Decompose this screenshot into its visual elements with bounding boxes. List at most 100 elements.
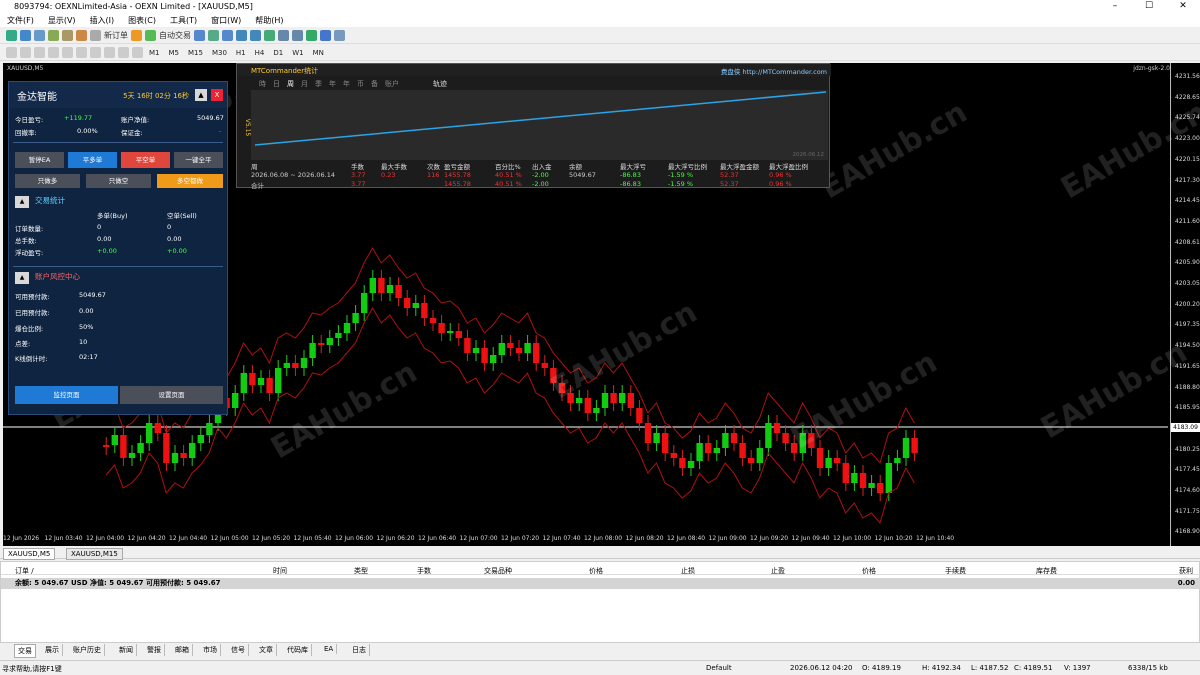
channel-icon[interactable]	[76, 47, 87, 58]
terminal-tab[interactable]: 账户历史	[70, 644, 105, 656]
tf-h4[interactable]: H4	[252, 49, 268, 57]
col-profit[interactable]: 获利	[1179, 566, 1193, 576]
chart-shift-icon[interactable]	[278, 30, 289, 41]
label-icon[interactable]	[118, 47, 129, 58]
col-tp[interactable]: 止盈	[771, 566, 785, 576]
col-swap[interactable]: 库存费	[1036, 566, 1057, 576]
menu-tools[interactable]: 工具(T)	[163, 15, 204, 26]
tf-h1[interactable]: H1	[233, 49, 249, 57]
tf-d1[interactable]: D1	[270, 49, 286, 57]
mtc-tab[interactable]: 日	[273, 79, 280, 89]
terminal-tab[interactable]: 交易	[14, 644, 36, 658]
menu-view[interactable]: 显示(V)	[41, 15, 83, 26]
tf-mn[interactable]: MN	[310, 49, 327, 57]
collapse-icon[interactable]: ▲	[15, 272, 29, 284]
col-price2[interactable]: 价格	[862, 566, 876, 576]
col-lots[interactable]: 手数	[417, 566, 431, 576]
horizontal-line-icon[interactable]	[48, 47, 59, 58]
navigator-icon[interactable]	[48, 30, 59, 41]
auto-trading-icon[interactable]	[145, 30, 156, 41]
terminal-tab[interactable]: 市场	[200, 644, 221, 656]
trendline-icon[interactable]	[62, 47, 73, 58]
col-sl[interactable]: 止损	[681, 566, 695, 576]
market-watch-icon[interactable]	[34, 30, 45, 41]
mtc-tab[interactable]: 年	[343, 79, 350, 89]
pause-ea-button[interactable]: 暂停EA	[15, 152, 64, 168]
cursor-icon[interactable]	[6, 47, 17, 58]
col-commission[interactable]: 手续费	[945, 566, 966, 576]
mtc-tab[interactable]: 周	[287, 79, 294, 89]
mtc-tab[interactable]: 年	[329, 79, 336, 89]
text-icon[interactable]	[104, 47, 115, 58]
collapse-icon[interactable]: ▲	[15, 196, 29, 208]
tf-m15[interactable]: M15	[185, 49, 206, 57]
autoscroll-icon[interactable]	[292, 30, 303, 41]
mtc-tab[interactable]: 月	[301, 79, 308, 89]
bar-chart-icon[interactable]	[194, 30, 205, 41]
vertical-line-icon[interactable]	[34, 47, 45, 58]
line-chart-icon[interactable]	[222, 30, 233, 41]
col-time[interactable]: 时间	[273, 566, 287, 576]
chart-tab[interactable]: XAUUSD,M15	[66, 548, 123, 560]
terminal-icon[interactable]	[62, 30, 73, 41]
terminal-tab[interactable]: 文章	[256, 644, 277, 656]
minimize-button[interactable]: –	[1098, 0, 1132, 12]
terminal-tab[interactable]: 日志	[349, 644, 370, 656]
new-chart-icon[interactable]	[6, 30, 17, 41]
status-profile[interactable]: Default	[706, 664, 732, 672]
maximize-button[interactable]: ☐	[1132, 0, 1166, 12]
periods-icon[interactable]	[320, 30, 331, 41]
tf-w1[interactable]: W1	[289, 49, 306, 57]
tile-windows-icon[interactable]	[264, 30, 275, 41]
terminal-tab[interactable]: 新闻	[116, 644, 137, 656]
crosshair-icon[interactable]	[20, 47, 31, 58]
mtc-link[interactable]: 费盘侠 http://MTCommander.com	[721, 66, 827, 76]
panel-close-button[interactable]: X	[211, 89, 223, 101]
close-button[interactable]: ✕	[1166, 0, 1200, 12]
candlestick-icon[interactable]	[208, 30, 219, 41]
mtc-tab[interactable]: 季	[315, 79, 322, 89]
close-all-button[interactable]: 一键全平	[174, 152, 223, 168]
tf-m1[interactable]: M1	[146, 49, 163, 57]
tf-m30[interactable]: M30	[209, 49, 230, 57]
arrows-icon[interactable]	[132, 47, 143, 58]
col-type[interactable]: 类型	[354, 566, 368, 576]
mtc-tab[interactable]: 币	[357, 79, 364, 89]
col-price[interactable]: 价格	[589, 566, 603, 576]
sell-only-button[interactable]: 只做空	[86, 174, 151, 188]
mtc-tab[interactable]: 账户	[385, 79, 399, 89]
auto-trading-button[interactable]: 自动交易	[159, 30, 191, 41]
terminal-tab[interactable]: 代码库	[284, 644, 312, 656]
menu-help[interactable]: 帮助(H)	[248, 15, 290, 26]
buy-only-button[interactable]: 只做多	[15, 174, 80, 188]
col-symbol[interactable]: 交易品种	[484, 566, 512, 576]
fibonacci-icon[interactable]	[90, 47, 101, 58]
col-order[interactable]: 订单 /	[15, 566, 34, 576]
terminal-tab[interactable]: 信号	[228, 644, 249, 656]
profiles-icon[interactable]	[20, 30, 31, 41]
menu-window[interactable]: 窗口(W)	[204, 15, 248, 26]
terminal-tab[interactable]: 展示	[42, 644, 63, 656]
terminal-tab[interactable]: EA	[321, 644, 338, 654]
menu-file[interactable]: 文件(F)	[0, 15, 41, 26]
menu-insert[interactable]: 插入(I)	[83, 15, 122, 26]
zoom-out-icon[interactable]	[250, 30, 261, 41]
monitor-page-button[interactable]: 监控页面	[15, 386, 118, 404]
close-buy-button[interactable]: 平多单	[68, 152, 117, 168]
chart-tab[interactable]: XAUUSD,M5	[3, 548, 56, 560]
new-order-icon[interactable]	[90, 30, 101, 41]
tf-m5[interactable]: M5	[166, 49, 183, 57]
metaeditor-icon[interactable]	[131, 30, 142, 41]
both-sides-button[interactable]: 多空都做	[157, 174, 223, 188]
templates-icon[interactable]	[334, 30, 345, 41]
close-sell-button[interactable]: 平空单	[121, 152, 170, 168]
terminal-tab[interactable]: 邮箱	[172, 644, 193, 656]
mtc-tab[interactable]: 备	[371, 79, 378, 89]
terminal-tab[interactable]: 警报	[144, 644, 165, 656]
mtc-tab[interactable]: 時	[259, 79, 266, 89]
menu-charts[interactable]: 图表(C)	[121, 15, 163, 26]
zoom-in-icon[interactable]	[236, 30, 247, 41]
collapse-button[interactable]: ▲	[195, 89, 207, 101]
indicators-icon[interactable]	[306, 30, 317, 41]
tester-icon[interactable]	[76, 30, 87, 41]
